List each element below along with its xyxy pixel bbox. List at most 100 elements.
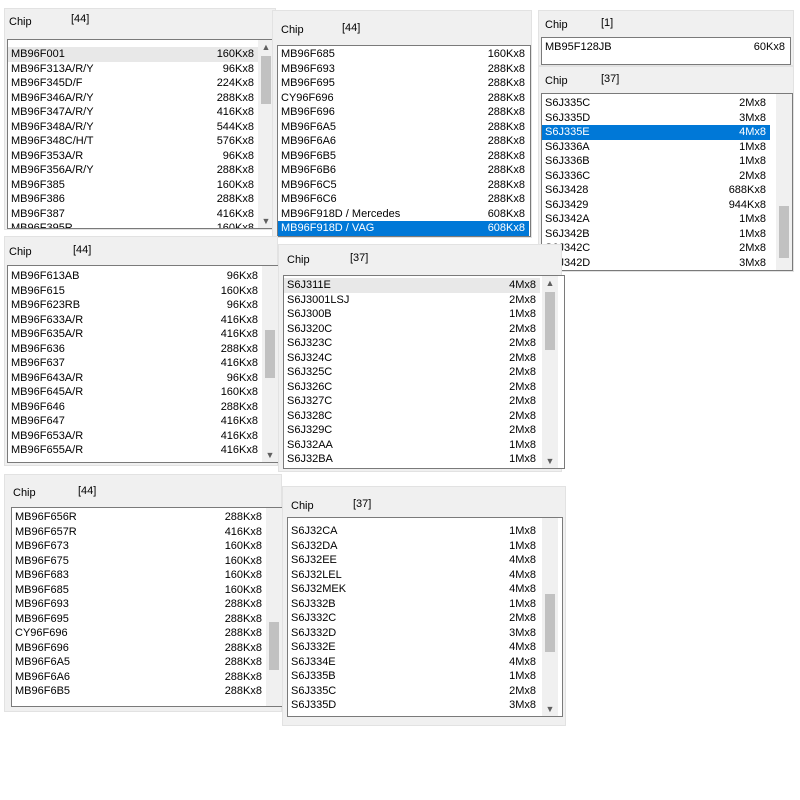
- chip-row[interactable]: MB96F655A/R 416Kx8: [8, 443, 262, 458]
- chip-row[interactable]: MB96F683 160Kx8: [12, 568, 266, 583]
- chip-row[interactable]: S6J32MEK 4Mx8: [288, 582, 540, 597]
- chip-row[interactable]: S6J336C 2Mx8: [542, 169, 770, 184]
- chip-row[interactable]: MB96F646 288Kx8: [8, 400, 262, 415]
- chip-list[interactable]: S6J335C 2Mx8 S6J335D 3Mx8 S6J335E 4Mx8 S6J336A…: [541, 93, 793, 271]
- chip-row[interactable]: MB96F685 160Kx8: [278, 47, 529, 62]
- chip-row[interactable]: MB96F6A6 288Kx8: [12, 670, 266, 685]
- chip-row[interactable]: MB96F6A5 288Kx8: [12, 655, 266, 670]
- chip-row[interactable]: MB96F6B6 288Kx8: [278, 163, 529, 178]
- chip-row[interactable]: MB96F685 160Kx8: [12, 583, 266, 598]
- chip-row[interactable]: S6J323C 2Mx8: [284, 336, 540, 351]
- chip-row[interactable]: MB96F353A/R 96Kx8: [8, 149, 258, 164]
- chip-list[interactable]: MB96F656R 288Kx8 MB96F657R 416Kx8 MB96F673 16…: [11, 507, 283, 707]
- chip-row[interactable]: S6J32LEL 4Mx8: [288, 568, 540, 583]
- scroll-thumb[interactable]: [545, 292, 555, 350]
- chip-row[interactable]: MB96F613AB 96Kx8: [8, 269, 262, 284]
- chip-row[interactable]: S6J342C 2Mx8: [542, 241, 770, 256]
- chevron-up-icon[interactable]: ▲: [542, 276, 558, 290]
- chip-row[interactable]: S6J335E 4Mx8: [542, 125, 770, 140]
- chip-row[interactable]: MB96F637 416Kx8: [8, 356, 262, 371]
- scroll-thumb[interactable]: [779, 206, 789, 258]
- chip-row[interactable]: MB96F623RB 96Kx8: [8, 298, 262, 313]
- chip-list[interactable]: MB96F001 160Kx8 MB96F313A/R/Y 96Kx8 MB96F345…: [7, 39, 275, 229]
- chip-row[interactable]: MB96F918D / VAG 608Kx8: [278, 221, 529, 236]
- chip-row[interactable]: S6J300B 1Mx8: [284, 307, 540, 322]
- chip-row[interactable]: MB96F6B5 288Kx8: [12, 684, 266, 699]
- chip-row[interactable]: MB96F386 288Kx8: [8, 192, 258, 207]
- chip-row[interactable]: S6J332D 3Mx8: [288, 626, 540, 641]
- chip-row[interactable]: MB96F695 288Kx8: [278, 76, 529, 91]
- chip-row[interactable]: MB96F653A/R 416Kx8: [8, 429, 262, 444]
- chip-row[interactable]: MB96F348C/H/T 576Kx8: [8, 134, 258, 149]
- chevron-down-icon[interactable]: ▼: [542, 454, 558, 468]
- chip-row[interactable]: S6J335D 3Mx8: [542, 111, 770, 126]
- chip-row[interactable]: MB96F6B5 288Kx8: [278, 149, 529, 164]
- chip-row[interactable]: MB96F693 288Kx8: [278, 62, 529, 77]
- chip-list[interactable]: S6J311E 4Mx8 S6J3001LSJ 2Mx8 S6J300B 1Mx8 S6J3…: [283, 275, 565, 469]
- scroll-thumb[interactable]: [265, 330, 275, 378]
- chip-row[interactable]: MB96F6A6 288Kx8: [278, 134, 529, 149]
- chip-row[interactable]: MB96F615 160Kx8: [8, 284, 262, 299]
- chip-row[interactable]: S6J311E 4Mx8: [284, 278, 540, 293]
- chip-row[interactable]: S6J336B 1Mx8: [542, 154, 770, 169]
- chip-row[interactable]: S6J335C 2Mx8: [542, 96, 770, 111]
- chip-row[interactable]: MB96F345D/F 224Kx8: [8, 76, 258, 91]
- chip-list[interactable]: MB96F685 160Kx8 MB96F693 288Kx8 MB96F695 288K…: [277, 45, 531, 237]
- chip-row[interactable]: S6J32BA 1Mx8: [284, 452, 540, 467]
- chip-row[interactable]: S6J335D 3Mx8: [288, 698, 540, 713]
- vertical-scrollbar[interactable]: ▲ ▼: [542, 276, 558, 468]
- chip-row[interactable]: MB96F356A/R/Y 288Kx8: [8, 163, 258, 178]
- chip-row[interactable]: MB96F645A/R 160Kx8: [8, 385, 262, 400]
- chip-row[interactable]: MB96F656R 288Kx8: [12, 510, 266, 525]
- chip-row[interactable]: S6J324C 2Mx8: [284, 351, 540, 366]
- chip-row[interactable]: MB96F693 288Kx8: [12, 597, 266, 612]
- chip-row[interactable]: S6J3428 688Kx8: [542, 183, 770, 198]
- chip-row[interactable]: MB96F675 160Kx8: [12, 554, 266, 569]
- chip-row[interactable]: S6J32EE 4Mx8: [288, 553, 540, 568]
- chip-row[interactable]: S6J335C 2Mx8: [288, 684, 540, 699]
- chevron-down-icon[interactable]: ▼: [262, 448, 278, 462]
- chip-row[interactable]: S6J320C 2Mx8: [284, 322, 540, 337]
- vertical-scrollbar[interactable]: ▼: [542, 518, 558, 716]
- chip-row[interactable]: MB96F636 288Kx8: [8, 342, 262, 357]
- chip-row[interactable]: S6J3429 944Kx8: [542, 198, 770, 213]
- chip-row[interactable]: S6J342E4Mx8: [542, 270, 770, 271]
- chip-list[interactable]: MB96F613AB 96Kx8 MB96F615 160Kx8 MB96F623RB 9…: [7, 265, 279, 463]
- chip-row[interactable]: S6J332E 4Mx8: [288, 640, 540, 655]
- scroll-thumb[interactable]: [545, 594, 555, 652]
- chip-row[interactable]: S6J3001LSJ 2Mx8: [284, 293, 540, 308]
- chip-row[interactable]: S6J328C 2Mx8: [284, 409, 540, 424]
- chip-row[interactable]: MB95F128JB 60Kx8: [542, 40, 789, 55]
- chip-row[interactable]: MB96F001 160Kx8: [8, 47, 258, 62]
- chip-row[interactable]: S6J32CA 1Mx8: [288, 524, 540, 539]
- chip-row[interactable]: MB96F696 288Kx8: [278, 105, 529, 120]
- chip-row[interactable]: MB96F696 288Kx8: [12, 641, 266, 656]
- chip-row[interactable]: MB96F387 416Kx8: [8, 207, 258, 222]
- chip-row[interactable]: S6J335B 1Mx8: [288, 669, 540, 684]
- chip-row[interactable]: S6J325C 2Mx8: [284, 365, 540, 380]
- chip-list[interactable]: MB95F128JB 60Kx8: [541, 37, 791, 65]
- chip-row[interactable]: MB96F633A/R 416Kx8: [8, 313, 262, 328]
- chip-row[interactable]: S6J327C 2Mx8: [284, 394, 540, 409]
- chip-row[interactable]: MB96F313A/R/Y 96Kx8: [8, 62, 258, 77]
- chip-row[interactable]: MB96F657R 416Kx8: [12, 525, 266, 540]
- chip-row[interactable]: S6J32AA 1Mx8: [284, 438, 540, 453]
- chip-row[interactable]: S6J326C 2Mx8: [284, 380, 540, 395]
- chevron-down-icon[interactable]: ▼: [542, 702, 558, 716]
- chip-row[interactable]: MB96F395R 160Kx8: [8, 221, 258, 228]
- chip-row[interactable]: MB96F346A/R/Y 288Kx8: [8, 91, 258, 106]
- chip-list[interactable]: S6J32CA 1Mx8 S6J32DA 1Mx8 S6J32EE 4Mx8 S6J32LE…: [287, 517, 563, 717]
- chip-row[interactable]: S6J32DA 1Mx8: [288, 539, 540, 554]
- chip-row[interactable]: MB96F647 416Kx8: [8, 414, 262, 429]
- chip-row[interactable]: MB96F6C6 288Kx8: [278, 192, 529, 207]
- scroll-thumb[interactable]: [269, 622, 279, 670]
- chip-row[interactable]: MB96F347A/R/Y 416Kx8: [8, 105, 258, 120]
- chip-row[interactable]: MB96F348A/R/Y 544Kx8: [8, 120, 258, 135]
- chip-row[interactable]: S6J336A 1Mx8: [542, 140, 770, 155]
- chip-row[interactable]: S6J329C 2Mx8: [284, 423, 540, 438]
- scroll-thumb[interactable]: [261, 56, 271, 104]
- chip-row[interactable]: S6J334E 4Mx8: [288, 655, 540, 670]
- chip-row[interactable]: MB96F6A5 288Kx8: [278, 120, 529, 135]
- chip-row[interactable]: MB96F918D / Mercedes 608Kx8: [278, 207, 529, 222]
- chip-row[interactable]: MB96F635A/R 416Kx8: [8, 327, 262, 342]
